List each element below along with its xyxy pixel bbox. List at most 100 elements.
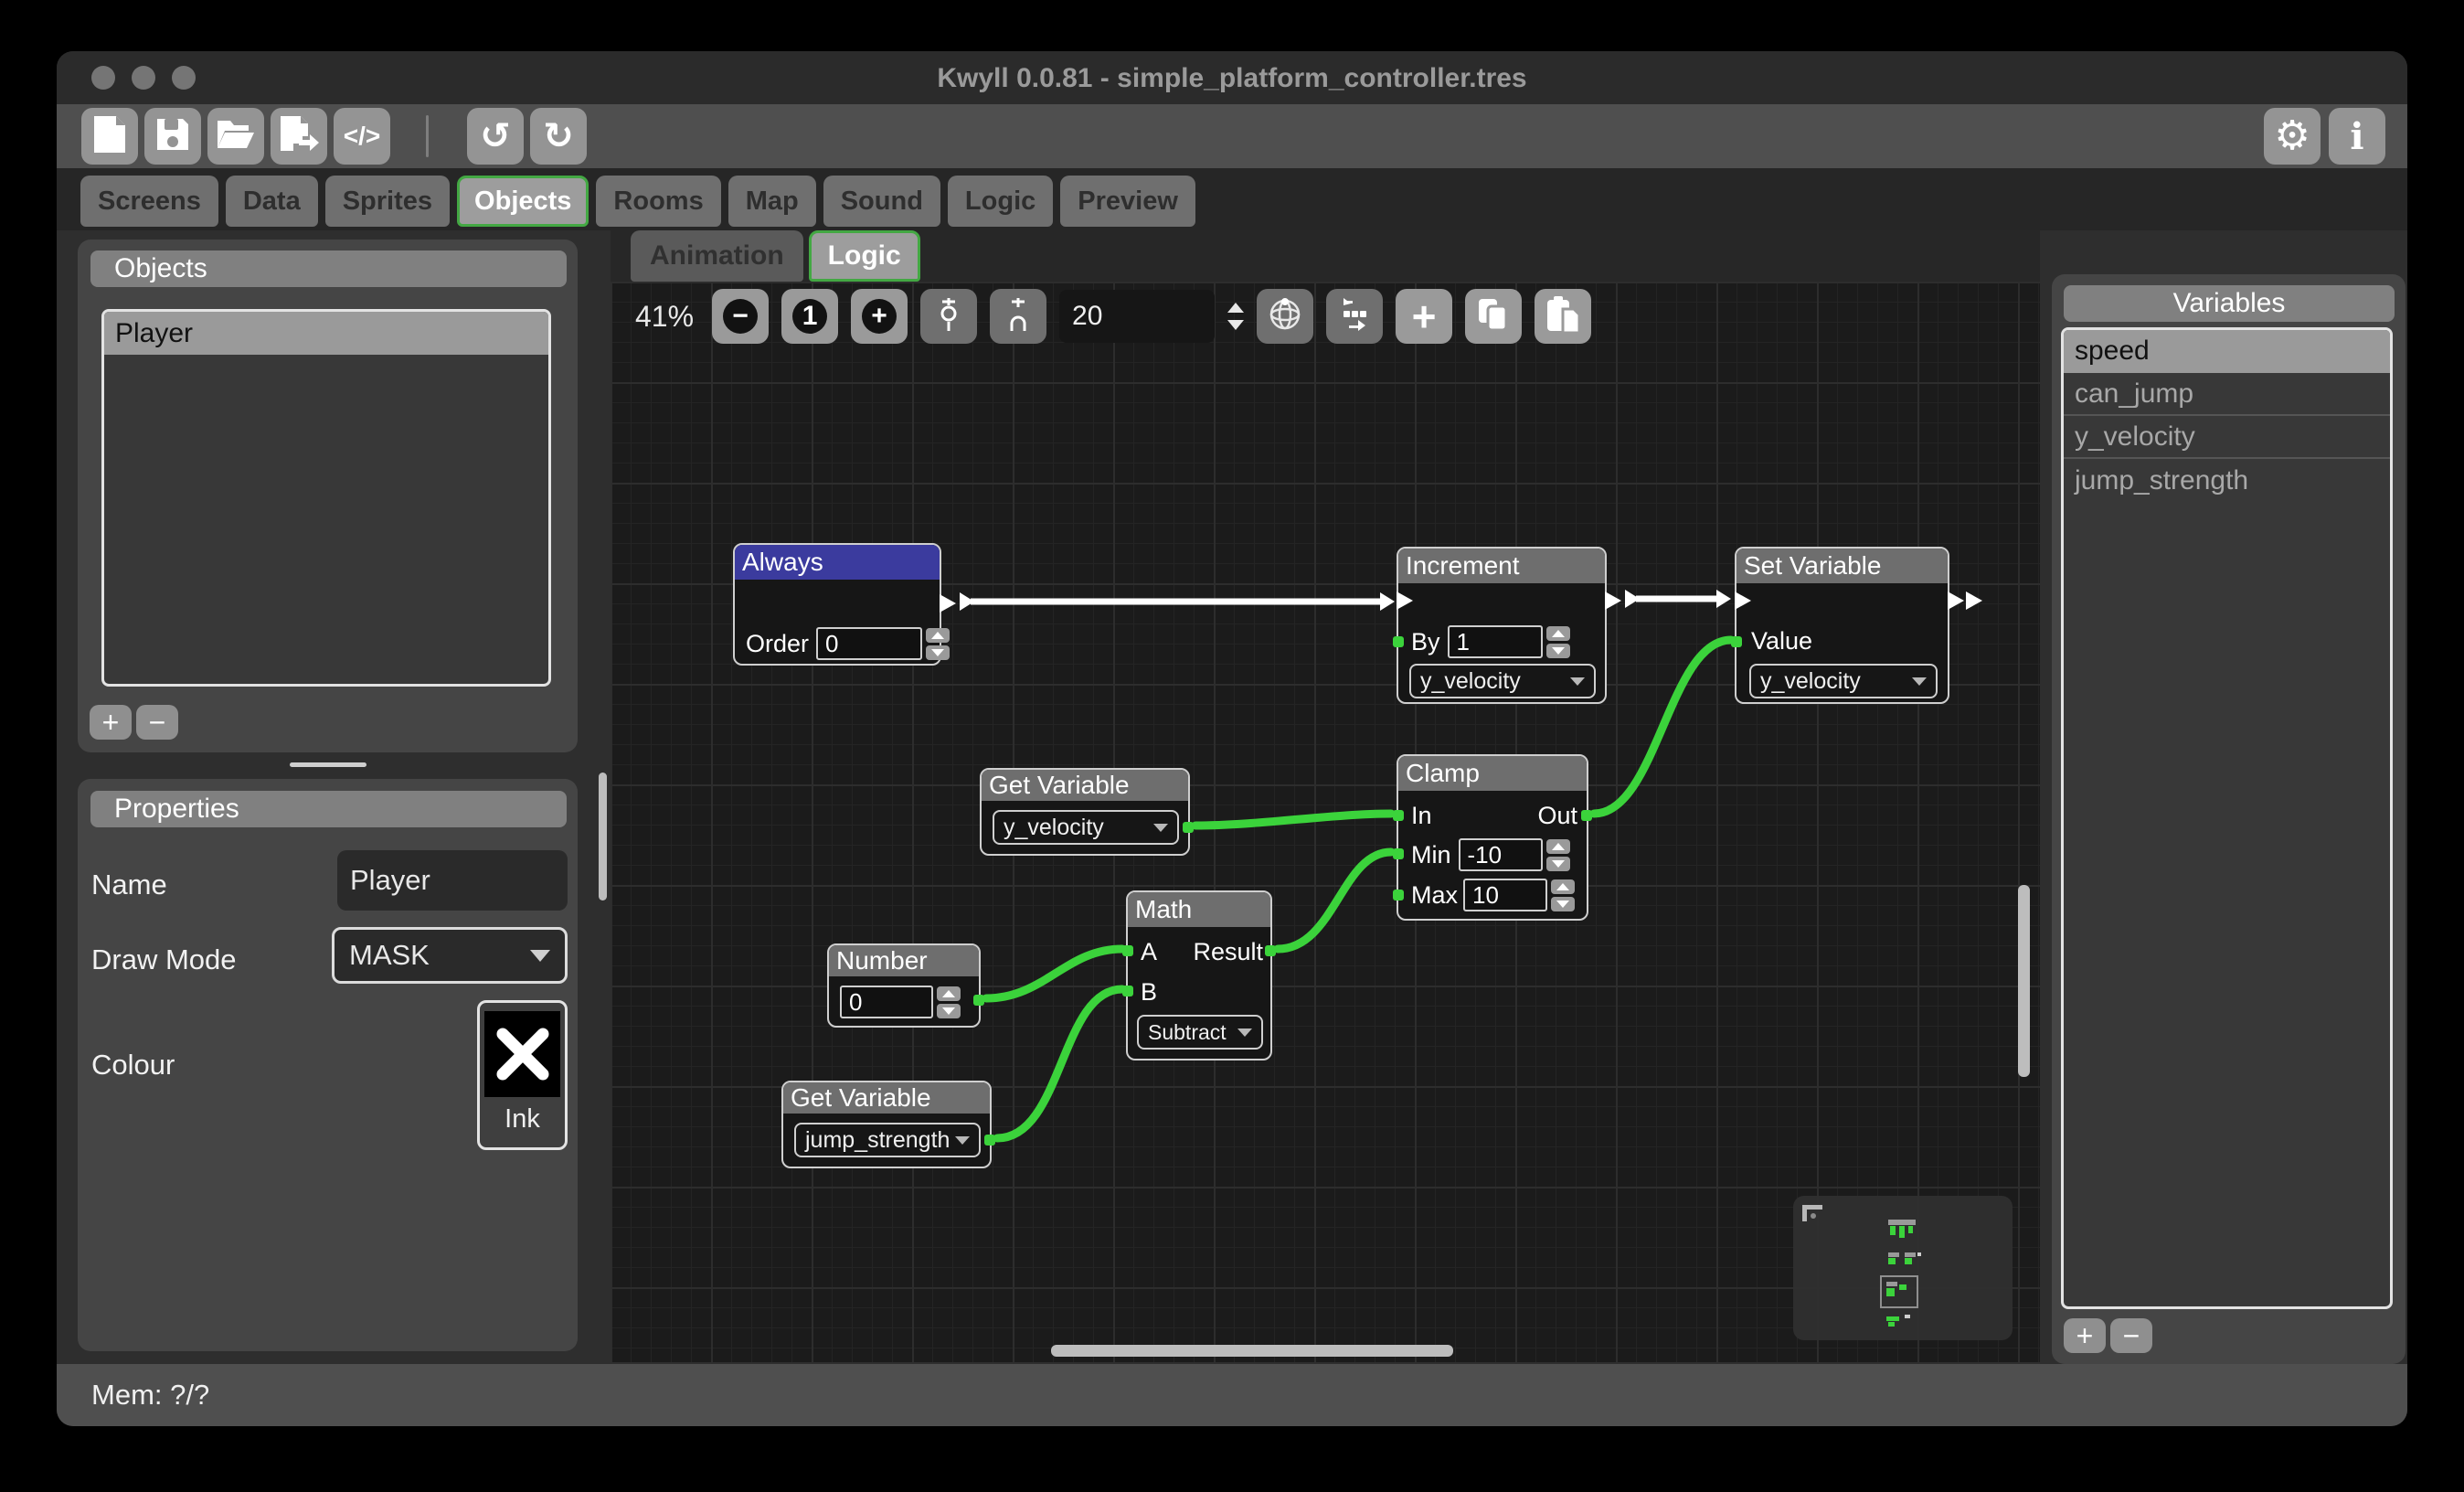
paste-button[interactable] bbox=[1535, 289, 1591, 344]
variable-list-item[interactable]: can_jump bbox=[2064, 373, 2390, 416]
grid-3d-button[interactable] bbox=[1257, 289, 1313, 344]
tab-objects[interactable]: Objects bbox=[457, 176, 589, 227]
left-splitter-handle[interactable] bbox=[599, 773, 607, 901]
variable-list-item[interactable]: jump_strength bbox=[2064, 459, 2390, 502]
result-port[interactable] bbox=[1265, 945, 1276, 956]
zoom-out-button[interactable]: − bbox=[712, 289, 769, 344]
logic-canvas: Animation Logic 41% − 1 + bbox=[611, 230, 2040, 1362]
vertical-scrollbar[interactable] bbox=[2018, 885, 2030, 1077]
object-list-item[interactable]: Player bbox=[104, 312, 548, 355]
open-file-button[interactable] bbox=[207, 108, 264, 165]
tab-map[interactable]: Map bbox=[728, 176, 816, 227]
auto-arrange-button[interactable] bbox=[1326, 289, 1383, 344]
redo-icon: ↻ bbox=[543, 118, 574, 155]
by-input-port[interactable] bbox=[1393, 636, 1404, 647]
snap-node-button[interactable] bbox=[990, 289, 1046, 344]
node-number-title: Number bbox=[829, 945, 979, 976]
redo-button[interactable]: ↻ bbox=[530, 108, 587, 165]
open-folder-icon bbox=[216, 117, 256, 156]
variable-list-item[interactable]: y_velocity bbox=[2064, 416, 2390, 459]
tab-data[interactable]: Data bbox=[226, 176, 318, 227]
max-port[interactable] bbox=[1393, 890, 1404, 901]
min-input[interactable]: -10 bbox=[1459, 838, 1543, 871]
tab-rooms[interactable]: Rooms bbox=[596, 176, 720, 227]
remove-variable-button[interactable]: − bbox=[2110, 1318, 2152, 1353]
node-math[interactable]: Math A Result B Subtract bbox=[1126, 890, 1272, 1060]
snap-grid-button[interactable] bbox=[920, 289, 977, 344]
node-always[interactable]: Always Order 0 bbox=[733, 543, 941, 666]
max-stepper[interactable] bbox=[1551, 879, 1575, 911]
order-input[interactable]: 0 bbox=[816, 627, 922, 660]
get-variable-2-value: jump_strength bbox=[805, 1127, 950, 1154]
node-get-variable-1[interactable]: Get Variable y_velocity bbox=[980, 768, 1190, 856]
node-clamp[interactable]: Clamp In Out Min -10 Max bbox=[1397, 754, 1588, 921]
set-variable-value: y_velocity bbox=[1760, 668, 1861, 695]
min-stepper[interactable] bbox=[1546, 839, 1570, 871]
new-file-button[interactable] bbox=[81, 108, 138, 165]
grid-size-input[interactable]: 20 bbox=[1059, 290, 1215, 343]
node-get-variable-2[interactable]: Get Variable jump_strength bbox=[781, 1081, 992, 1168]
increment-variable-value: y_velocity bbox=[1420, 668, 1521, 695]
draw-mode-select[interactable]: MASK bbox=[332, 927, 568, 984]
by-stepper[interactable] bbox=[1546, 626, 1570, 658]
zoom-in-button[interactable]: + bbox=[851, 289, 908, 344]
subtab-logic[interactable]: Logic bbox=[809, 230, 920, 282]
settings-button[interactable]: ⚙ bbox=[2264, 108, 2321, 165]
node-number[interactable]: Number 0 bbox=[827, 943, 981, 1028]
by-input[interactable]: 1 bbox=[1448, 625, 1543, 658]
app-window: Kwyll 0.0.81 - simple_platform_controlle… bbox=[57, 51, 2407, 1426]
order-stepper[interactable] bbox=[926, 628, 950, 660]
get-variable-2-select[interactable]: jump_strength bbox=[794, 1123, 981, 1157]
value-output-port[interactable] bbox=[973, 995, 984, 1006]
export-button[interactable] bbox=[271, 108, 327, 165]
set-variable-select[interactable]: y_velocity bbox=[1749, 664, 1938, 698]
objects-panel-header: Objects bbox=[90, 250, 567, 287]
add-node-button[interactable]: + bbox=[1396, 289, 1452, 344]
minimap[interactable] bbox=[1793, 1196, 2013, 1340]
undo-button[interactable]: ↺ bbox=[467, 108, 524, 165]
exec-in-port[interactable] bbox=[1397, 591, 1413, 610]
node-graph-grid[interactable]: 41% − 1 + 20 bbox=[611, 282, 2040, 1362]
colour-swatch[interactable]: Ink bbox=[477, 1000, 568, 1150]
name-label: Name bbox=[91, 869, 167, 901]
tab-screens[interactable]: Screens bbox=[80, 176, 218, 227]
a-port[interactable] bbox=[1122, 945, 1133, 956]
exec-in-port[interactable] bbox=[1735, 591, 1751, 610]
tab-sprites[interactable]: Sprites bbox=[325, 176, 450, 227]
number-stepper[interactable] bbox=[937, 986, 961, 1018]
add-variable-button[interactable]: + bbox=[2064, 1318, 2106, 1353]
number-input[interactable]: 0 bbox=[840, 986, 933, 1018]
zoom-out-icon: − bbox=[723, 299, 758, 334]
value-output-port[interactable] bbox=[984, 1135, 995, 1146]
tab-logic[interactable]: Logic bbox=[948, 176, 1053, 227]
get-variable-1-select[interactable]: y_velocity bbox=[993, 810, 1179, 845]
tab-preview[interactable]: Preview bbox=[1060, 176, 1195, 227]
add-object-button[interactable]: + bbox=[90, 705, 132, 740]
save-button[interactable] bbox=[144, 108, 201, 165]
remove-object-button[interactable]: − bbox=[136, 705, 178, 740]
ink-colour-preview bbox=[484, 1011, 560, 1097]
tab-sound[interactable]: Sound bbox=[823, 176, 940, 227]
grid-size-stepper[interactable] bbox=[1227, 303, 1244, 330]
b-port[interactable] bbox=[1122, 986, 1133, 996]
panel-resize-grip[interactable] bbox=[290, 762, 366, 767]
math-operation-select[interactable]: Subtract bbox=[1137, 1015, 1263, 1050]
max-input[interactable]: 10 bbox=[1463, 879, 1547, 911]
duplicate-button[interactable] bbox=[1465, 289, 1522, 344]
increment-variable-select[interactable]: y_velocity bbox=[1409, 664, 1596, 698]
min-port[interactable] bbox=[1393, 848, 1404, 859]
value-input-port[interactable] bbox=[1731, 636, 1742, 647]
variable-list-item[interactable]: speed bbox=[2064, 330, 2390, 373]
in-port[interactable] bbox=[1393, 810, 1404, 821]
node-increment[interactable]: Increment By 1 y_velocity bbox=[1397, 547, 1607, 704]
subtab-animation[interactable]: Animation bbox=[631, 230, 803, 282]
out-port[interactable] bbox=[1581, 810, 1592, 821]
node-set-variable[interactable]: Set Variable Value y_velocity bbox=[1735, 547, 1949, 704]
info-button[interactable]: i bbox=[2329, 108, 2385, 165]
name-field[interactable]: Player bbox=[337, 850, 568, 911]
by-label: By bbox=[1411, 628, 1440, 656]
horizontal-scrollbar[interactable] bbox=[1051, 1345, 1453, 1357]
zoom-reset-button[interactable]: 1 bbox=[781, 289, 838, 344]
value-output-port[interactable] bbox=[1183, 822, 1194, 833]
code-editor-button[interactable]: </> bbox=[334, 108, 390, 165]
